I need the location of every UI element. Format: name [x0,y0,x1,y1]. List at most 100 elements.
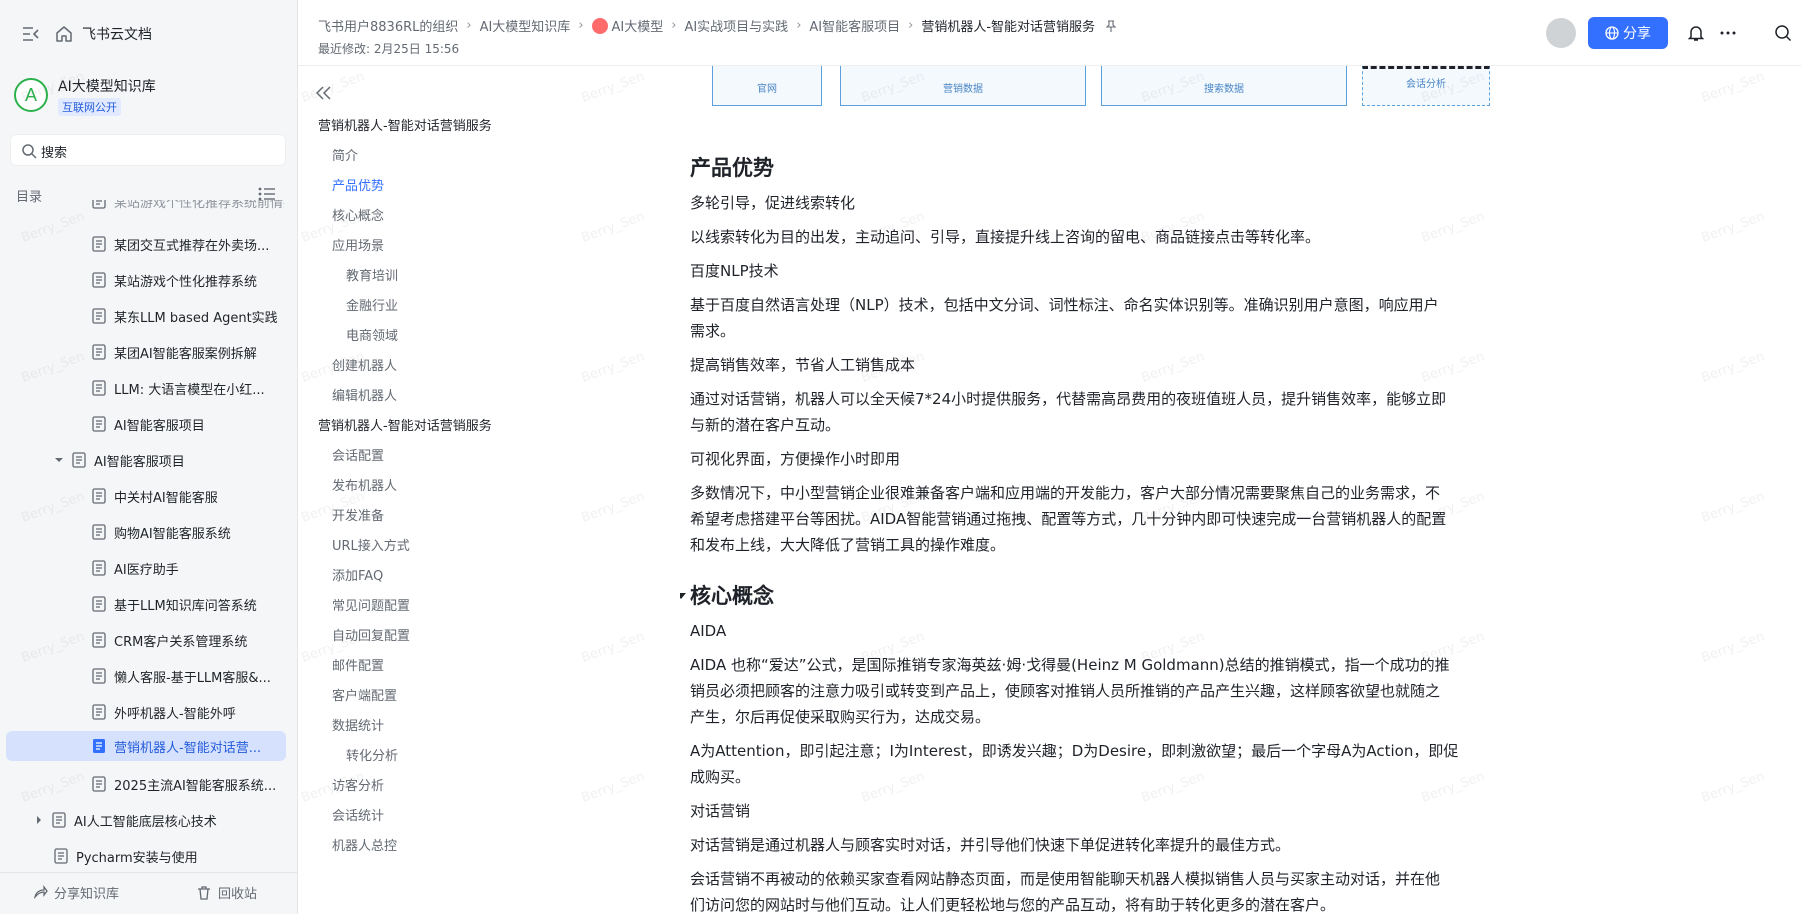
paragraph: 提高销售效率，节省人工销售成本 [690,356,916,374]
outline-item[interactable]: 转化分析 [346,745,398,764]
outline-item[interactable]: 编辑机器人 [332,385,397,404]
pin-icon[interactable] [1105,19,1117,32]
watermark-text: Berry_Sen [579,69,647,106]
tree-item[interactable]: 某站游戏个性化推荐系统前情提要 [92,200,284,216]
tree-item[interactable]: 某团交互式推荐在外卖场... [92,229,284,259]
tree-folder-ai-customer-service[interactable]: AI智能客服项目 [54,445,284,475]
tree-item[interactable]: CRM客户关系管理系统 [92,625,284,655]
search-icon[interactable] [1774,24,1792,42]
collapse-sidebar-icon[interactable] [22,26,40,42]
outline-item[interactable]: 应用场景 [332,235,384,254]
outline-item[interactable]: 自动回复配置 [332,625,410,644]
tree-folder-ai-core-tech[interactable]: AI人工智能底层核心技术 [34,805,284,835]
tree-item[interactable]: 中关村AI智能客服 [92,481,284,511]
tree-item[interactable]: 某东LLM based Agent实践 [92,301,284,331]
kb-visibility-badge: 互联网公开 [58,98,121,116]
watermark-text: Berry_Sen [579,209,647,246]
outline-item[interactable]: 教育培训 [346,265,398,284]
share-kb-button[interactable]: 分享知识库 [32,883,119,902]
collapse-outline-icon[interactable] [316,86,332,100]
app-title[interactable]: 飞书云文档 [82,24,152,44]
tree-item[interactable]: 基于LLM知识库问答系统 [92,589,284,619]
diagram-image[interactable]: 官网 营销数据 搜索数据 会话分析 [712,66,1502,108]
outline-item[interactable]: 营销机器人-智能对话营销服务 [318,415,492,434]
outline-item[interactable]: 客户端配置 [332,685,397,704]
paragraph: 希望考虑搭建平台等困扰。AIDA智能营销通过拖拽、配置等方式，几十分钟内即可快速… [690,510,1447,528]
outline-item[interactable]: 创建机器人 [332,355,397,374]
trash-button[interactable]: 回收站 [196,883,257,902]
outline-item-active[interactable]: 产品优势 [332,175,384,194]
breadcrumb-separator: › [578,18,584,33]
outline-item[interactable]: URL接入方式 [332,535,410,554]
tree-item-label: Pycharm安装与使用 [76,850,198,866]
doc-icon [92,488,106,504]
paragraph: 产生，尔后再促使采取购买行为，达成交易。 [690,708,991,726]
outline-item[interactable]: 金融行业 [346,295,398,314]
search-input[interactable]: 搜索 [10,134,286,166]
tree-item[interactable]: 某站游戏个性化推荐系统 [92,265,284,295]
tree-item[interactable]: AI智能客服项目 [92,409,284,439]
paragraph: AIDA 也称“爱达”公式，是国际推销专家海英兹·姆·戈得曼(Heinz M G… [690,656,1450,674]
chevron-right-icon[interactable] [34,815,44,825]
outline-item[interactable]: 访客分析 [332,775,384,794]
outline-item[interactable]: 开发准备 [332,505,384,524]
breadcrumb-separator: › [671,18,677,33]
tree-item[interactable]: 购物AI智能客服系统 [92,517,284,547]
breadcrumb-item[interactable]: AI大模型 [612,16,664,35]
more-icon[interactable] [1719,24,1737,42]
kb-name: AI大模型知识库 [58,79,156,95]
outline-item[interactable]: 营销机器人-智能对话营销服务 [318,115,492,134]
watermark-text: Berry_Sen [1699,489,1767,526]
tree-item-label: CRM客户关系管理系统 [114,634,248,650]
user-avatar[interactable] [1546,18,1576,48]
search-icon [22,144,37,159]
doc-icon [92,704,106,720]
tree-item[interactable]: LLM: 大语言模型在小红... [92,373,284,403]
outline-item[interactable]: 电商领域 [346,325,398,344]
paragraph: 对话营销是通过机器人与顾客实时对话，并引导他们快速下单促进转化率提升的最佳方式。 [690,836,1291,854]
breadcrumb-item[interactable]: AI大模型知识库 [480,16,571,35]
doc-icon [52,812,66,828]
breadcrumb-item[interactable]: AI实战项目与实践 [684,16,788,35]
tree-item[interactable]: 外呼机器人-智能外呼 [92,697,284,727]
doc-icon [92,236,106,252]
outline-item[interactable]: 核心概念 [332,205,384,224]
outline-item[interactable]: 会话配置 [332,445,384,464]
watermark-text: Berry_Sen [579,489,647,526]
outline-item[interactable]: 简介 [332,145,358,164]
last-modified: 最近修改: 2月25日 15:56 [318,42,460,56]
diagram-box: 官网 [712,66,822,106]
tree-item[interactable]: 某团AI智能客服案例拆解 [92,337,284,367]
tree-item[interactable]: 2025主流AI智能客服系统... [92,769,284,799]
outline-item[interactable]: 添加FAQ [332,565,383,584]
chevron-down-icon[interactable] [54,455,64,465]
tree-item[interactable]: Pycharm安装与使用 [54,841,284,871]
breadcrumb-item[interactable]: AI智能客服项目 [809,16,900,35]
watermark-text: Berry_Sen [1699,629,1767,666]
paragraph: A为Attention，即引起注意；I为Interest，即诱发兴趣；D为Des… [690,742,1459,760]
doc-icon [54,848,68,864]
outline-item[interactable]: 会话统计 [332,805,384,824]
tree-item-current[interactable]: 营销机器人-智能对话营... [6,731,286,761]
diagram-box: 搜索数据 [1101,66,1347,106]
outline-item[interactable]: 数据统计 [332,715,384,734]
sidebar-footer: 分享知识库 回收站 [0,872,298,914]
outline-item[interactable]: 邮件配置 [332,655,384,674]
collapse-heading-icon[interactable] [680,591,686,601]
outline-item[interactable]: 常见问题配置 [332,595,410,614]
paragraph: 可视化界面，方便操作小时即用 [690,450,901,468]
top-header: 飞书用户8836RL的组织 › AI大模型知识库 › AI大模型 › AI实战项… [298,0,1801,66]
home-icon[interactable] [55,25,73,43]
bell-icon[interactable] [1687,24,1705,42]
share-button[interactable]: 分享 [1588,17,1668,49]
tree-item-label: 某团交互式推荐在外卖场... [114,238,270,254]
outline-item[interactable]: 机器人总控 [332,835,397,854]
knowledge-base-header[interactable]: A AI大模型知识库 互联网公开 [14,74,284,116]
tree-item-label: 某东LLM based Agent实践 [114,310,278,326]
outline-item[interactable]: 发布机器人 [332,475,397,494]
tree-item[interactable]: 懒人客服-基于LLM客服&... [92,661,284,691]
breadcrumb-item[interactable]: 飞书用户8836RL的组织 [318,16,458,35]
tree-item[interactable]: AI医疗助手 [92,553,284,583]
watermark-text: Berry_Sen [579,629,647,666]
diagram-box: 营销数据 [840,66,1086,106]
